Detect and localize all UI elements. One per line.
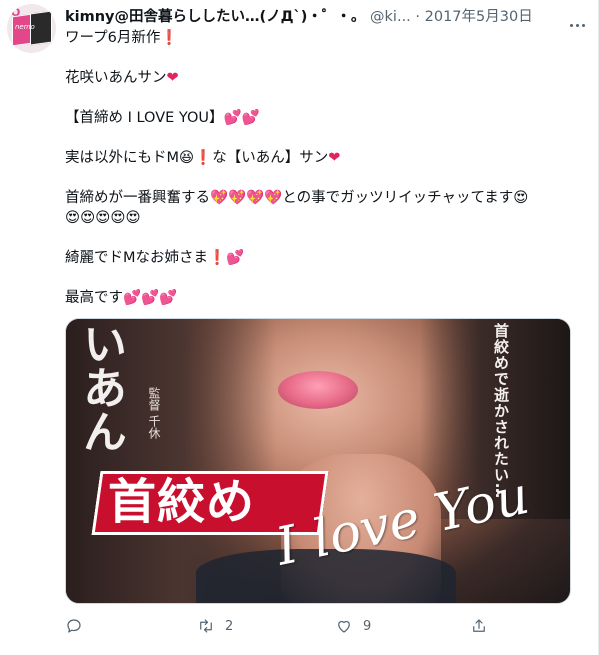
sparkle-heart-icon: 💖: [210, 190, 229, 206]
display-name[interactable]: kimny@田舎暮らししたい…(ノД`)・゜・。: [65, 9, 365, 25]
heart-eyes-icon: 😍: [125, 210, 141, 226]
tweet-actions: 2 9: [65, 614, 505, 638]
like-icon: [338, 620, 350, 633]
heart-icon: ❤: [328, 150, 341, 166]
share-button[interactable]: [470, 614, 488, 638]
cover-name: いあん: [75, 321, 126, 453]
two-hearts-icon: 💕: [159, 290, 178, 306]
tweet-header: kimny@田舎暮らししたい…(ノД`)・゜・。 @ki... · 2017年5…: [65, 7, 588, 27]
heart-eyes-icon: 😍: [80, 210, 96, 226]
text-line: 綺麗でドMなお姉さま❗💕: [65, 250, 245, 266]
share-icon: [473, 619, 485, 632]
sparkle-heart-icon: 💖: [246, 190, 265, 206]
tweet-card[interactable]: Q nemo kimny@田舎暮らししたい…(ノД`)・゜・。 @ki... ·…: [0, 0, 599, 655]
text-line: 最高です💕💕💕: [65, 290, 178, 306]
sparkle-heart-icon: 💖: [228, 190, 247, 206]
reply-button[interactable]: [65, 614, 93, 638]
cover-title-ja: 首絞め: [108, 474, 256, 530]
text-line: 首締めが一番興奮する💖💖💖💖との事でガッツリイッチャッてます😍: [65, 190, 529, 206]
like-button[interactable]: 9: [335, 614, 371, 638]
retweet-button[interactable]: 2: [197, 614, 233, 638]
tweet-date[interactable]: 2017年5月30日: [425, 9, 533, 25]
tweet-text: ワープ6月新作❗ 花咲いあんサン❤ 【首締め I LOVE YOU】💕💕 実は以…: [65, 28, 585, 308]
cover-director: 監督 千休: [147, 387, 161, 439]
heart-eyes-icon: 😍: [95, 210, 111, 226]
two-hearts-icon: 💕: [223, 110, 242, 126]
separator-dot: ·: [415, 9, 421, 25]
two-hearts-icon: 💕: [141, 290, 160, 306]
grin-icon: 😆: [179, 150, 195, 166]
reply-icon: [67, 619, 81, 633]
heart-eyes-icon: 😍: [65, 210, 81, 226]
user-handle[interactable]: @ki...: [370, 9, 411, 25]
heart-eyes-icon: 😍: [110, 210, 126, 226]
more-icon[interactable]: [570, 13, 588, 27]
text-line: 【首締め I LOVE YOU】💕💕: [65, 110, 260, 126]
retweet-icon: [200, 619, 212, 633]
two-hearts-icon: 💕: [241, 110, 260, 126]
two-hearts-icon: 💕: [226, 250, 245, 266]
text-line: 花咲いあんサン❤: [65, 70, 179, 86]
sparkle-heart-icon: 💖: [264, 190, 283, 206]
text-line: ワープ6月新作❗: [65, 30, 179, 46]
tweet-image[interactable]: いあん 監督 千休 首絞めで逝かされたい… 首絞め I love You: [65, 318, 571, 604]
text-line: 😍😍😍😍😍: [65, 208, 585, 228]
two-hearts-icon: 💕: [123, 290, 142, 306]
text-line: 実は以外にもドM😆❗な【いあん】サン❤: [65, 150, 341, 166]
avatar[interactable]: Q nemo: [7, 4, 56, 53]
heart-eyes-icon: 😍: [513, 190, 529, 206]
heart-icon: ❤: [166, 70, 179, 86]
